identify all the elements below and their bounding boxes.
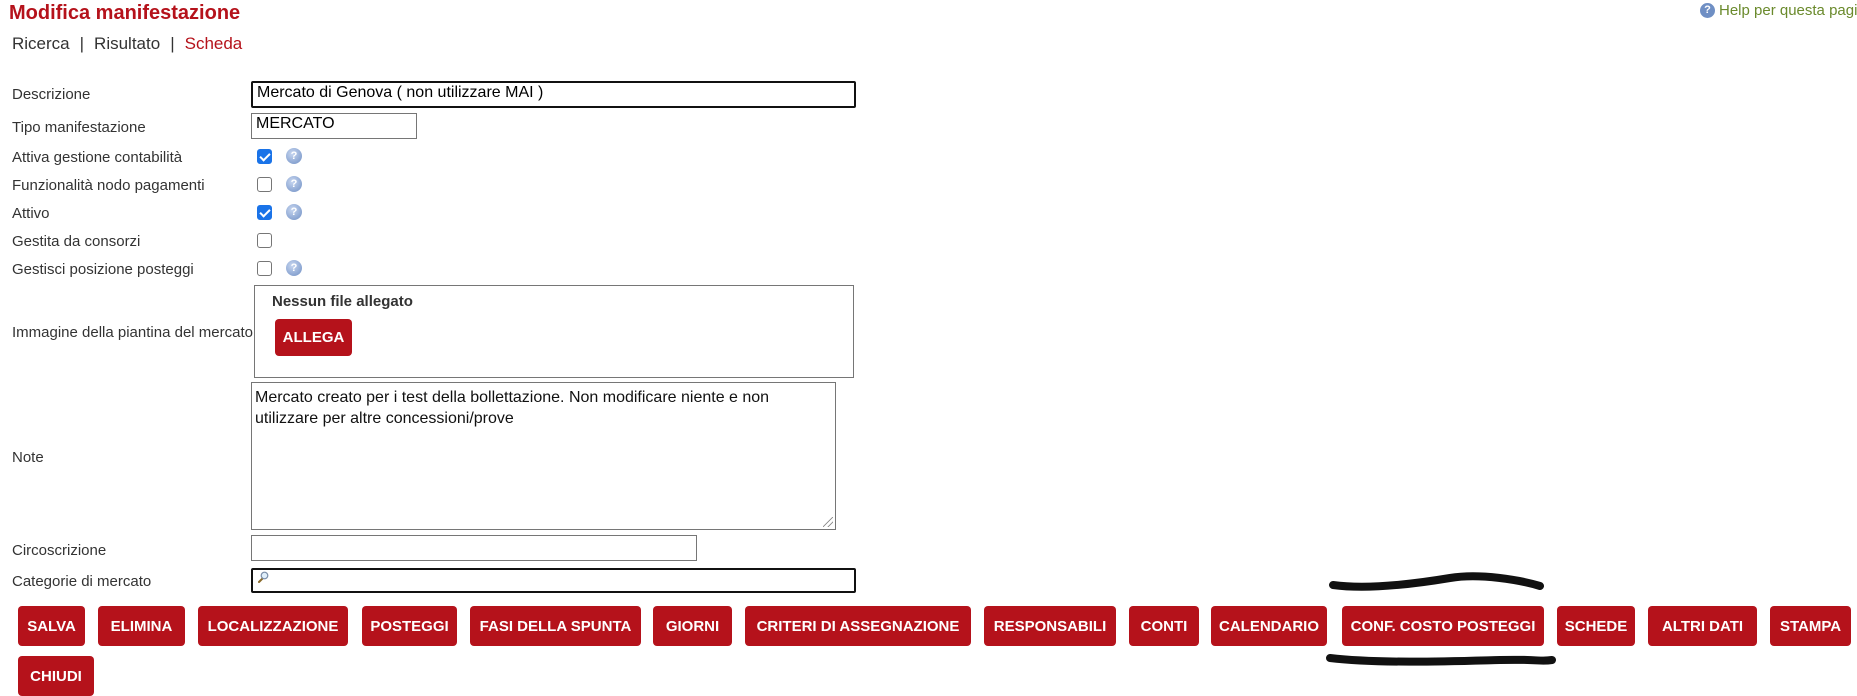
attiva-contabilita-label: Attiva gestione contabilità	[12, 149, 183, 166]
circoscrizione-input[interactable]	[251, 535, 697, 561]
help-icon[interactable]: ?	[286, 176, 302, 192]
elimina-button[interactable]: ELIMINA	[98, 606, 185, 646]
circoscrizione-label: Circoscrizione	[12, 542, 107, 559]
help-icon[interactable]: ?	[286, 148, 302, 164]
posizione-posteggi-checkbox[interactable]	[257, 261, 272, 276]
nodo-pagamenti-checkbox[interactable]	[257, 177, 272, 192]
stampa-button[interactable]: STAMPA	[1770, 606, 1851, 646]
localizzazione-button[interactable]: LOCALIZZAZIONE	[198, 606, 348, 646]
posteggi-button[interactable]: POSTEGGI	[362, 606, 457, 646]
categorie-mercato-input[interactable]	[251, 568, 856, 593]
help-icon[interactable]: ?	[286, 204, 302, 220]
help-icon[interactable]: ?	[286, 260, 302, 276]
note-label: Note	[12, 449, 44, 466]
help-icon: ?	[1700, 3, 1715, 18]
criteri-assegnazione-button[interactable]: CRITERI DI ASSEGNAZIONE	[745, 606, 971, 646]
immagine-piantina-label: Immagine della piantina del mercato	[12, 324, 253, 341]
descrizione-input[interactable]: Mercato di Genova ( non utilizzare MAI )	[251, 81, 856, 108]
altri-dati-button[interactable]: ALTRI DATI	[1648, 606, 1757, 646]
attivo-label: Attivo	[12, 205, 50, 222]
note-text: Mercato creato per i test della bolletta…	[255, 389, 770, 427]
tipo-manifestazione-label: Tipo manifestazione	[12, 119, 146, 136]
search-icon	[258, 571, 269, 583]
conf-costo-posteggi-button[interactable]: CONF. COSTO POSTEGGI	[1342, 606, 1544, 646]
breadcrumb: Ricerca | Risultato | Scheda	[12, 34, 242, 54]
responsabili-button[interactable]: RESPONSABILI	[984, 606, 1116, 646]
tipo-manifestazione-input[interactable]: MERCATO	[251, 113, 417, 139]
nodo-pagamenti-label: Funzionalità nodo pagamenti	[12, 177, 205, 194]
breadcrumb-ricerca[interactable]: Ricerca	[12, 34, 70, 53]
descrizione-label: Descrizione	[12, 86, 91, 103]
help-link-label: Help per questa pagina	[1719, 2, 1857, 19]
gestita-consorzi-label: Gestita da consorzi	[12, 233, 141, 250]
schede-button[interactable]: SCHEDE	[1557, 606, 1635, 646]
attach-button[interactable]: ALLEGA	[275, 319, 352, 356]
calendario-button[interactable]: CALENDARIO	[1211, 606, 1327, 646]
resize-grip-icon[interactable]	[823, 517, 833, 527]
attivo-checkbox[interactable]	[257, 205, 272, 220]
breadcrumb-risultato[interactable]: Risultato	[94, 34, 160, 53]
note-textarea[interactable]: Mercato creato per i test della bolletta…	[251, 382, 836, 530]
conti-button[interactable]: CONTI	[1129, 606, 1199, 646]
fasi-spunta-button[interactable]: FASI DELLA SPUNTA	[470, 606, 641, 646]
giorni-button[interactable]: GIORNI	[653, 606, 732, 646]
gestita-consorzi-checkbox[interactable]	[257, 233, 272, 248]
help-link[interactable]: ? Help per questa pagina	[1700, 2, 1857, 19]
attiva-contabilita-checkbox[interactable]	[257, 149, 272, 164]
categorie-mercato-label: Categorie di mercato	[12, 573, 152, 590]
breadcrumb-separator: |	[79, 34, 85, 53]
file-attachment-box: Nessun file allegato ALLEGA	[254, 285, 854, 378]
posizione-posteggi-label: Gestisci posizione posteggi	[12, 261, 194, 278]
breadcrumb-separator: |	[170, 34, 175, 53]
breadcrumb-scheda[interactable]: Scheda	[185, 34, 243, 53]
page-title: Modifica manifestazione	[9, 2, 241, 24]
no-file-text: Nessun file allegato	[272, 293, 413, 310]
salva-button[interactable]: SALVA	[18, 606, 85, 646]
chiudi-button[interactable]: CHIUDI	[18, 656, 94, 696]
